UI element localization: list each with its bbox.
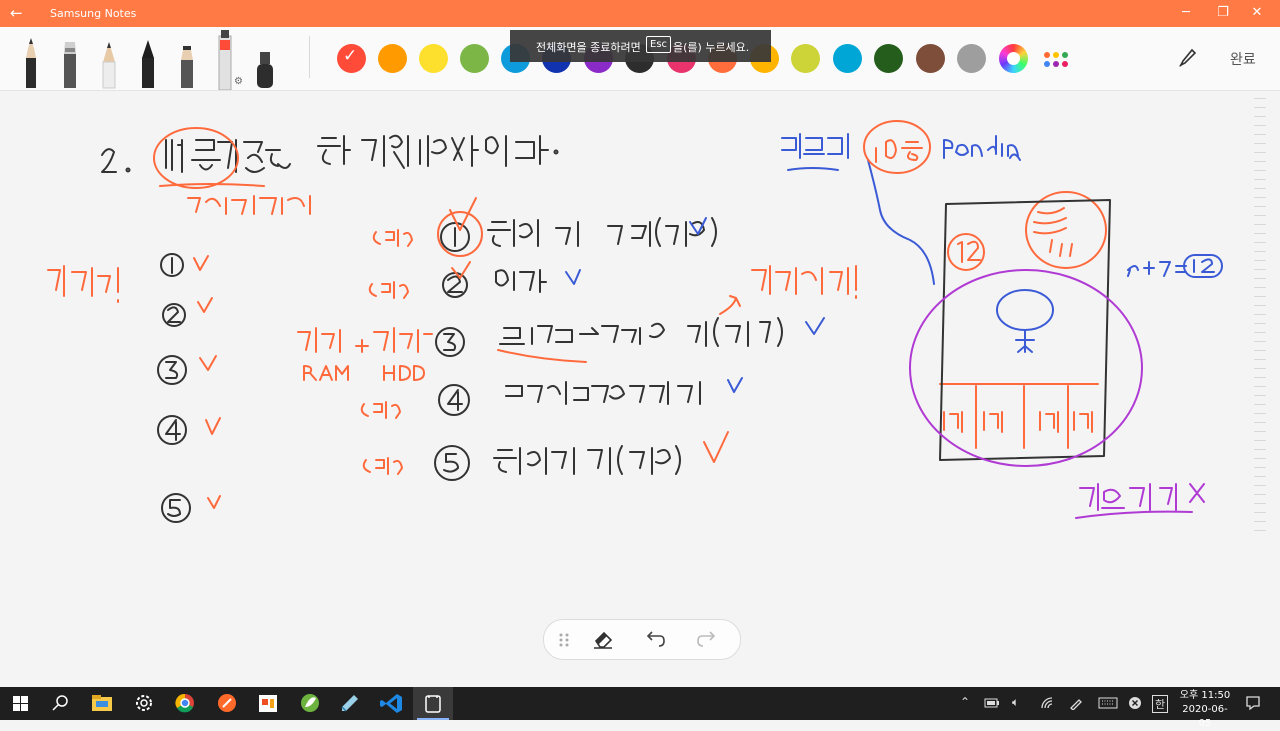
app-orange-icon[interactable] bbox=[207, 687, 247, 720]
toolbar-divider bbox=[309, 36, 310, 78]
drag-handle-icon[interactable] bbox=[558, 632, 570, 648]
close-button[interactable]: ✕ bbox=[1242, 4, 1272, 22]
ink-left-numbers bbox=[157, 253, 191, 523]
samsung-notes-icon bbox=[425, 695, 441, 713]
marker-icon[interactable] bbox=[135, 28, 161, 90]
pen-tray-icon[interactable] bbox=[1068, 696, 1084, 710]
highlighter-icon[interactable] bbox=[252, 28, 278, 90]
floating-toolbar bbox=[543, 619, 741, 660]
color-wheel-icon[interactable] bbox=[999, 44, 1028, 73]
selected-pen-icon[interactable]: ⚙ bbox=[213, 28, 243, 90]
undo-icon[interactable] bbox=[644, 630, 666, 648]
calligraphy-pen-icon[interactable] bbox=[174, 28, 200, 90]
color-swatch-cyan[interactable] bbox=[833, 44, 862, 73]
ink-download-pending bbox=[781, 133, 1223, 353]
taskbar-clock[interactable]: 오후 11:50 2020-06-05 bbox=[1176, 689, 1234, 731]
color-swatch-lime[interactable] bbox=[791, 44, 820, 73]
color-swatch-brown[interactable] bbox=[916, 44, 945, 73]
ime-indicator[interactable]: 한 bbox=[1152, 695, 1169, 713]
color-swatch-dark-green[interactable] bbox=[874, 44, 903, 73]
samsung-notes-taskbar-button[interactable] bbox=[413, 687, 453, 720]
back-button[interactable]: ← bbox=[10, 3, 23, 23]
windows-taskbar: ⌃ 🔈︎ 한 오후 11:50 2020-06-05 bbox=[0, 687, 1280, 729]
esc-key-label: Esc bbox=[646, 36, 672, 53]
toast-text-before: 전체화면을 종료하려면 bbox=[536, 41, 641, 54]
ink-heading-annotations bbox=[153, 127, 311, 215]
color-swatch-green[interactable] bbox=[460, 44, 489, 73]
more-colors-icon[interactable] bbox=[1044, 52, 1068, 68]
ink-right-orange bbox=[863, 120, 1107, 449]
eyedropper-icon[interactable] bbox=[1177, 47, 1197, 71]
battery-icon[interactable] bbox=[984, 697, 1000, 709]
file-explorer-icon[interactable] bbox=[82, 687, 122, 720]
chrome-icon[interactable] bbox=[165, 687, 205, 720]
redo-icon[interactable] bbox=[696, 630, 718, 648]
clock-date: 2020-06-05 bbox=[1182, 704, 1228, 729]
handwriting-canvas[interactable] bbox=[0, 91, 1280, 687]
pencil-icon[interactable] bbox=[96, 28, 122, 90]
windows-start-icon[interactable] bbox=[0, 687, 40, 720]
ink-middle-text bbox=[487, 217, 783, 475]
tray-chevron-icon[interactable]: ⌃ bbox=[960, 695, 970, 709]
color-swatch-red[interactable]: ✓ bbox=[337, 44, 366, 73]
toast-text-after: 을(를) 누르세요. bbox=[673, 41, 750, 54]
app-notepad-icon[interactable] bbox=[330, 687, 370, 720]
clock-time: 오후 11:50 bbox=[1179, 690, 1231, 701]
close-circle-icon[interactable] bbox=[1128, 696, 1142, 710]
notification-icon[interactable] bbox=[1245, 695, 1261, 711]
done-button[interactable]: 완료 bbox=[1230, 49, 1256, 69]
ink-user-experience bbox=[909, 269, 1205, 519]
svg-text:⚙: ⚙ bbox=[234, 76, 243, 87]
color-swatch-gray[interactable] bbox=[957, 44, 986, 73]
color-swatch-yellow[interactable] bbox=[419, 44, 448, 73]
fullscreen-exit-toast: 전체화면을 종료하려면 Esc 을(를) 누르세요. bbox=[510, 30, 771, 62]
spring-tool-icon[interactable] bbox=[290, 687, 330, 720]
brush-icon[interactable] bbox=[57, 28, 83, 90]
ink-heading bbox=[101, 134, 559, 173]
pen-icon[interactable] bbox=[18, 28, 44, 90]
app-title: Samsung Notes bbox=[50, 7, 137, 20]
app-tools-icon[interactable] bbox=[248, 687, 288, 720]
settings-icon[interactable] bbox=[124, 687, 164, 720]
vertical-scrollbar[interactable] bbox=[1254, 98, 1266, 539]
minimize-button[interactable]: ─ bbox=[1171, 4, 1201, 22]
maximize-button[interactable]: ❐ bbox=[1208, 4, 1238, 22]
keyboard-icon[interactable] bbox=[1098, 697, 1118, 709]
ink-blue-checks bbox=[565, 217, 825, 393]
title-bar: ← Samsung Notes ─ ❐ ✕ bbox=[0, 0, 1280, 27]
eraser-icon[interactable] bbox=[592, 629, 614, 649]
search-icon[interactable] bbox=[40, 687, 80, 720]
vscode-icon[interactable] bbox=[372, 687, 412, 720]
ink-middle-numbers bbox=[434, 222, 470, 481]
wifi-icon[interactable] bbox=[1040, 696, 1056, 710]
ink-left-checks bbox=[47, 255, 221, 509]
color-swatch-orange[interactable] bbox=[378, 44, 407, 73]
check-icon: ✓ bbox=[343, 46, 358, 66]
volume-icon[interactable]: 🔈︎ bbox=[1012, 695, 1019, 710]
